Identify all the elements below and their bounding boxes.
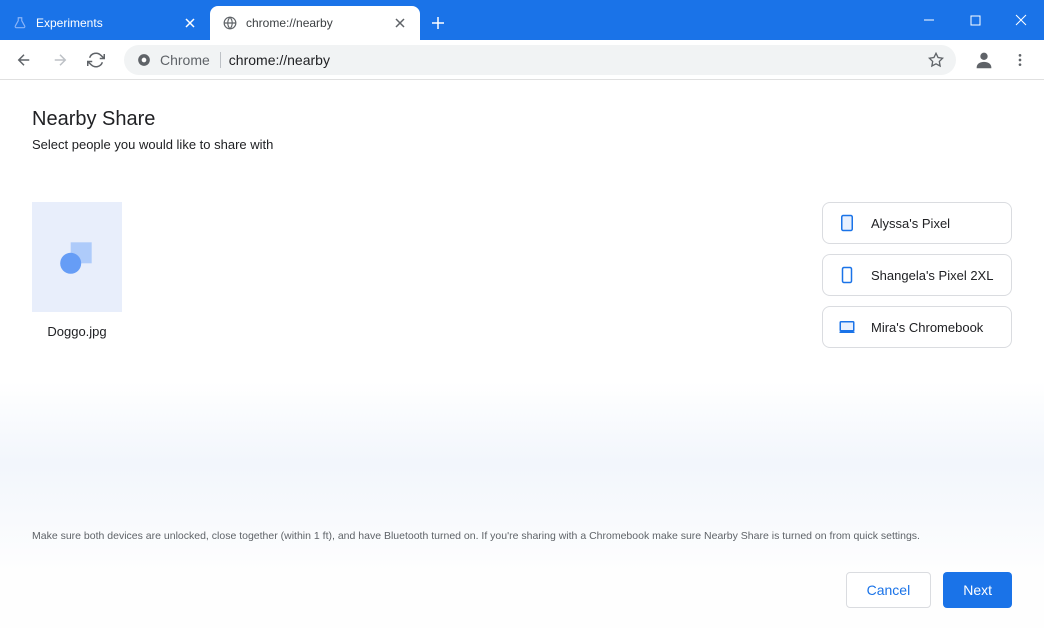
chrome-icon [136,52,152,68]
tab-title: chrome://nearby [246,16,333,30]
profile-button[interactable] [968,44,1000,76]
bookmark-icon[interactable] [928,52,944,68]
help-text: Make sure both devices are unlocked, clo… [32,530,1012,542]
file-thumbnail[interactable] [32,202,122,312]
new-tab-button[interactable] [424,9,452,37]
minimize-button[interactable] [906,0,952,40]
close-icon[interactable] [182,15,198,31]
page-subtitle: Select people you would like to share wi… [32,137,1012,152]
next-button[interactable]: Next [943,572,1012,608]
device-name: Shangela's Pixel 2XL [871,268,993,283]
menu-button[interactable] [1004,44,1036,76]
content: Nearby Share Select people you would lik… [0,80,1044,628]
main-area: Doggo.jpg Alyssa's Pixel Shangela's Pixe… [32,202,1012,530]
omnibox[interactable]: Chrome chrome://nearby [124,45,956,75]
close-window-button[interactable] [998,0,1044,40]
flask-icon [12,15,28,31]
maximize-button[interactable] [952,0,998,40]
titlebar: Experiments chrome://nearby [0,0,1044,40]
device-card[interactable]: Shangela's Pixel 2XL [822,254,1012,296]
laptop-icon [837,317,857,337]
forward-button[interactable] [44,44,76,76]
phone-icon [837,265,857,285]
tab-experiments[interactable]: Experiments [0,6,210,40]
close-icon[interactable] [392,15,408,31]
toolbar: Chrome chrome://nearby [0,40,1044,80]
device-name: Mira's Chromebook [871,320,983,335]
window-controls [906,0,1044,40]
device-card[interactable]: Mira's Chromebook [822,306,1012,348]
tab-title: Experiments [36,16,103,30]
action-bar: Cancel Next [32,572,1012,608]
globe-icon [222,15,238,31]
back-button[interactable] [8,44,40,76]
device-name: Alyssa's Pixel [871,216,950,231]
tab-nearby[interactable]: chrome://nearby [210,6,420,40]
devices-list: Alyssa's Pixel Shangela's Pixel 2XL Mira… [822,202,1012,530]
device-card[interactable]: Alyssa's Pixel [822,202,1012,244]
file-preview: Doggo.jpg [32,202,122,530]
cancel-button[interactable]: Cancel [846,572,932,608]
reload-button[interactable] [80,44,112,76]
file-name: Doggo.jpg [47,324,106,339]
omnibox-url: chrome://nearby [229,52,920,68]
image-icon [56,236,98,278]
omnibox-secure-label: Chrome [160,52,221,68]
page-title: Nearby Share [32,108,1012,131]
phone-icon [837,213,857,233]
